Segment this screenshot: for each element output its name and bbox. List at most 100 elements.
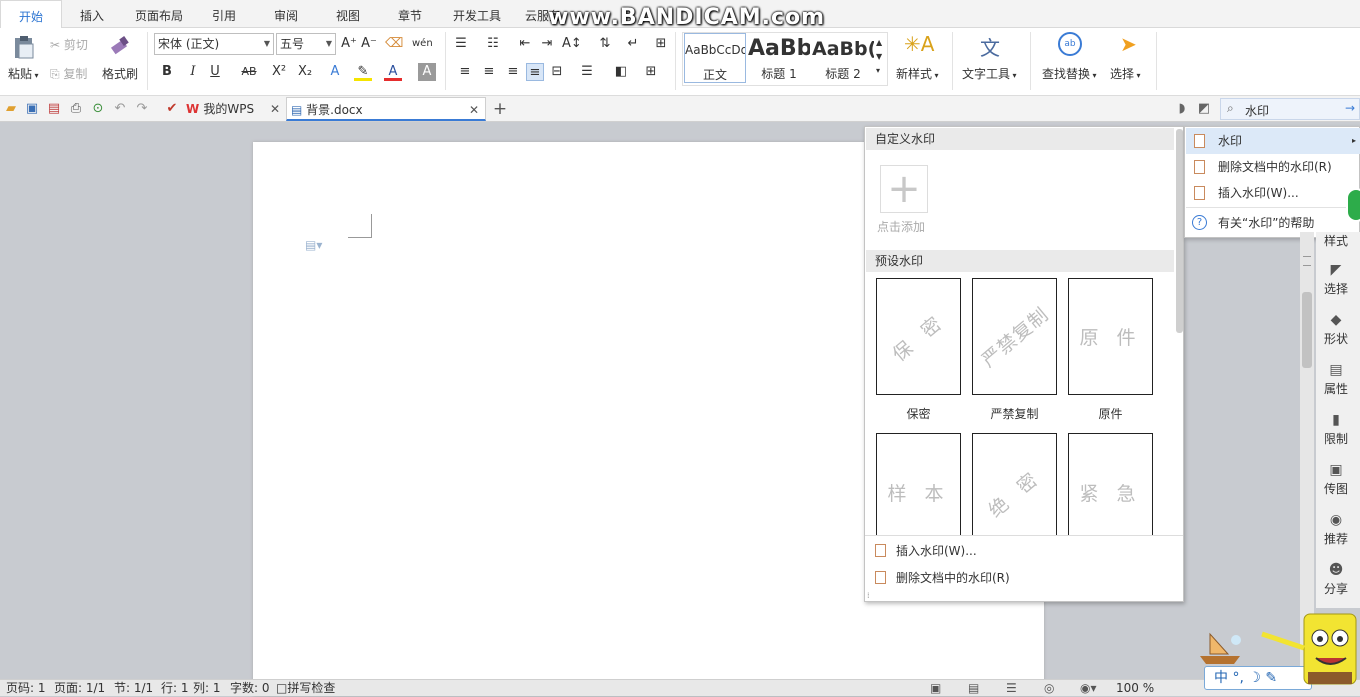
distribute-icon[interactable]: ⊟: [548, 63, 566, 81]
redo-icon[interactable]: ↷: [134, 101, 150, 117]
char-shading-icon[interactable]: A: [418, 63, 436, 81]
phonetic-icon[interactable]: wén: [412, 35, 433, 53]
sidebar-item-select[interactable]: ◤ 选择: [1316, 262, 1356, 297]
close-icon[interactable]: ✕: [469, 98, 479, 122]
fullscreen-icon[interactable]: ▣: [930, 680, 941, 697]
line-spacing-icon[interactable]: ☰: [578, 63, 596, 81]
paste-button[interactable]: 粘贴 ▾: [8, 65, 39, 82]
menu-item-watermark[interactable]: 水印 ▸: [1186, 128, 1360, 154]
tab-review[interactable]: 审阅: [266, 0, 306, 28]
style-heading-2[interactable]: AaBb( 标题 2: [812, 33, 874, 83]
numbered-list-icon[interactable]: ☷: [484, 35, 502, 53]
sidebar-item-restrict[interactable]: ▮ 限制: [1316, 412, 1356, 447]
font-name-select[interactable]: 宋体 (正文) ▼: [154, 33, 274, 55]
search-input[interactable]: 水印: [1245, 102, 1269, 119]
add-watermark-button[interactable]: +: [880, 165, 928, 213]
tab-page-layout[interactable]: 页面布局: [128, 0, 190, 28]
align-right-icon[interactable]: ≡: [504, 63, 522, 81]
sidebar-item-styles[interactable]: 样式: [1316, 232, 1356, 249]
strikethrough-button[interactable]: AB: [238, 63, 260, 81]
bullet-list-icon[interactable]: ☰: [452, 35, 470, 53]
format-painter-button[interactable]: 格式刷: [102, 65, 138, 82]
justify-icon[interactable]: ≡: [526, 63, 544, 81]
align-center-icon[interactable]: ≡: [480, 63, 498, 81]
tab-dev-tools[interactable]: 开发工具: [446, 0, 508, 28]
scrollbar-thumb[interactable]: [1302, 292, 1312, 368]
page-view-icon[interactable]: ▤: [968, 680, 979, 697]
search-go-icon[interactable]: →: [1345, 101, 1355, 115]
bold-button[interactable]: B: [158, 63, 176, 81]
paste-icon[interactable]: [10, 34, 38, 60]
shading-icon[interactable]: ◧: [612, 63, 630, 81]
sidebar-item-upload-image[interactable]: ▣ 传图: [1316, 462, 1356, 497]
new-style-button[interactable]: 新样式 ▾: [896, 65, 939, 82]
save-icon[interactable]: ▣: [24, 101, 40, 117]
menu-item-insert-watermark[interactable]: 插入水印(W)...: [1186, 180, 1360, 206]
sidebar-item-shapes[interactable]: ◆ 形状: [1316, 312, 1356, 347]
pin-icon[interactable]: ✔: [164, 101, 180, 117]
tab-references[interactable]: 引用: [204, 0, 244, 28]
preset-sample[interactable]: 样 本: [876, 433, 961, 535]
cut-button[interactable]: ✂ 剪切: [50, 36, 88, 53]
close-icon[interactable]: ✕: [270, 97, 280, 121]
increase-indent-icon[interactable]: ⇥: [538, 35, 556, 53]
tab-document[interactable]: ▤ 背景.docx ✕: [286, 97, 486, 121]
open-folder-icon[interactable]: ▰: [3, 101, 19, 117]
preset-original[interactable]: 原 件: [1068, 278, 1153, 395]
preset-top-secret[interactable]: 绝 密: [972, 433, 1057, 535]
shrink-font-icon[interactable]: A⁻: [360, 35, 378, 53]
sidebar-item-share[interactable]: ☻ 分享: [1316, 562, 1356, 597]
find-replace-button[interactable]: 查找替换 ▾: [1042, 65, 1097, 82]
text-tools-button[interactable]: 文字工具 ▾: [962, 65, 1017, 82]
font-color-icon[interactable]: A: [384, 63, 402, 81]
paragraph-options-icon[interactable]: ▤▾: [305, 238, 322, 252]
highlight-icon[interactable]: ✎: [354, 63, 372, 81]
align-left-icon[interactable]: ≡: [456, 63, 474, 81]
clear-format-icon[interactable]: ⌫: [385, 35, 403, 53]
sidebar-item-recommend[interactable]: ◉ 推荐: [1316, 512, 1356, 547]
style-scroll-icon[interactable]: ▲ ▼ ▾: [876, 36, 882, 78]
sidebar-item-properties[interactable]: ▤ 属性: [1316, 362, 1356, 397]
style-normal[interactable]: AaBbCcDd 正文: [684, 33, 746, 83]
preset-confidential[interactable]: 保 密: [876, 278, 961, 395]
copy-button[interactable]: ⎘ 复制: [50, 65, 87, 82]
outline-view-icon[interactable]: ☰: [1006, 680, 1017, 697]
underline-button[interactable]: U: [206, 63, 224, 81]
web-view-icon[interactable]: ◎: [1044, 680, 1054, 697]
new-tab-icon[interactable]: +: [492, 101, 508, 118]
zoom-level[interactable]: 100 %: [1116, 680, 1154, 697]
panel-insert-watermark[interactable]: 插入水印(W)...: [875, 540, 977, 562]
border-icon[interactable]: ⊞: [642, 63, 660, 81]
share-doc-icon[interactable]: ◗: [1174, 101, 1190, 117]
select-button[interactable]: 选择 ▾: [1110, 65, 1141, 82]
tab-my-wps[interactable]: W 我的WPS ✕: [186, 97, 284, 121]
preset-urgent[interactable]: 紧 急: [1068, 433, 1153, 535]
undo-icon[interactable]: ↶: [112, 101, 128, 117]
table-icon[interactable]: ⊞: [652, 35, 670, 53]
font-size-select[interactable]: 五号 ▼: [276, 33, 336, 55]
eye-protect-icon[interactable]: ◉▾: [1080, 680, 1097, 697]
export-pdf-icon[interactable]: ▤: [46, 101, 62, 117]
text-direction-icon[interactable]: A↕: [562, 35, 582, 53]
feedback-icon[interactable]: ◩: [1196, 101, 1212, 117]
print-icon[interactable]: ⎙: [68, 101, 84, 117]
decrease-indent-icon[interactable]: ⇤: [516, 35, 534, 53]
sort-icon[interactable]: ⇅: [596, 35, 614, 53]
style-heading-1[interactable]: AaBb 标题 1: [748, 33, 810, 83]
search-box[interactable]: ⌕ 水印 →: [1220, 98, 1360, 120]
show-marks-icon[interactable]: ↵: [624, 35, 642, 53]
grow-font-icon[interactable]: A⁺: [340, 35, 358, 53]
tab-chapter[interactable]: 章节: [390, 0, 430, 28]
tab-start[interactable]: 开始: [0, 0, 62, 29]
floating-ball-icon[interactable]: [1346, 188, 1360, 222]
tab-view[interactable]: 视图: [328, 0, 368, 28]
panel-remove-watermark[interactable]: 删除文档中的水印(R): [875, 567, 1010, 589]
tab-insert[interactable]: 插入: [70, 0, 114, 28]
italic-button[interactable]: I: [184, 63, 202, 81]
panel-scrollbar[interactable]: [1176, 129, 1183, 333]
subscript-button[interactable]: X₂: [296, 63, 314, 81]
preset-no-copy[interactable]: 严禁复制: [972, 278, 1057, 395]
resize-grip-icon[interactable]: ⁞: [867, 591, 870, 600]
text-effect-icon[interactable]: A: [326, 63, 344, 81]
print-preview-icon[interactable]: ⊙: [90, 101, 106, 117]
